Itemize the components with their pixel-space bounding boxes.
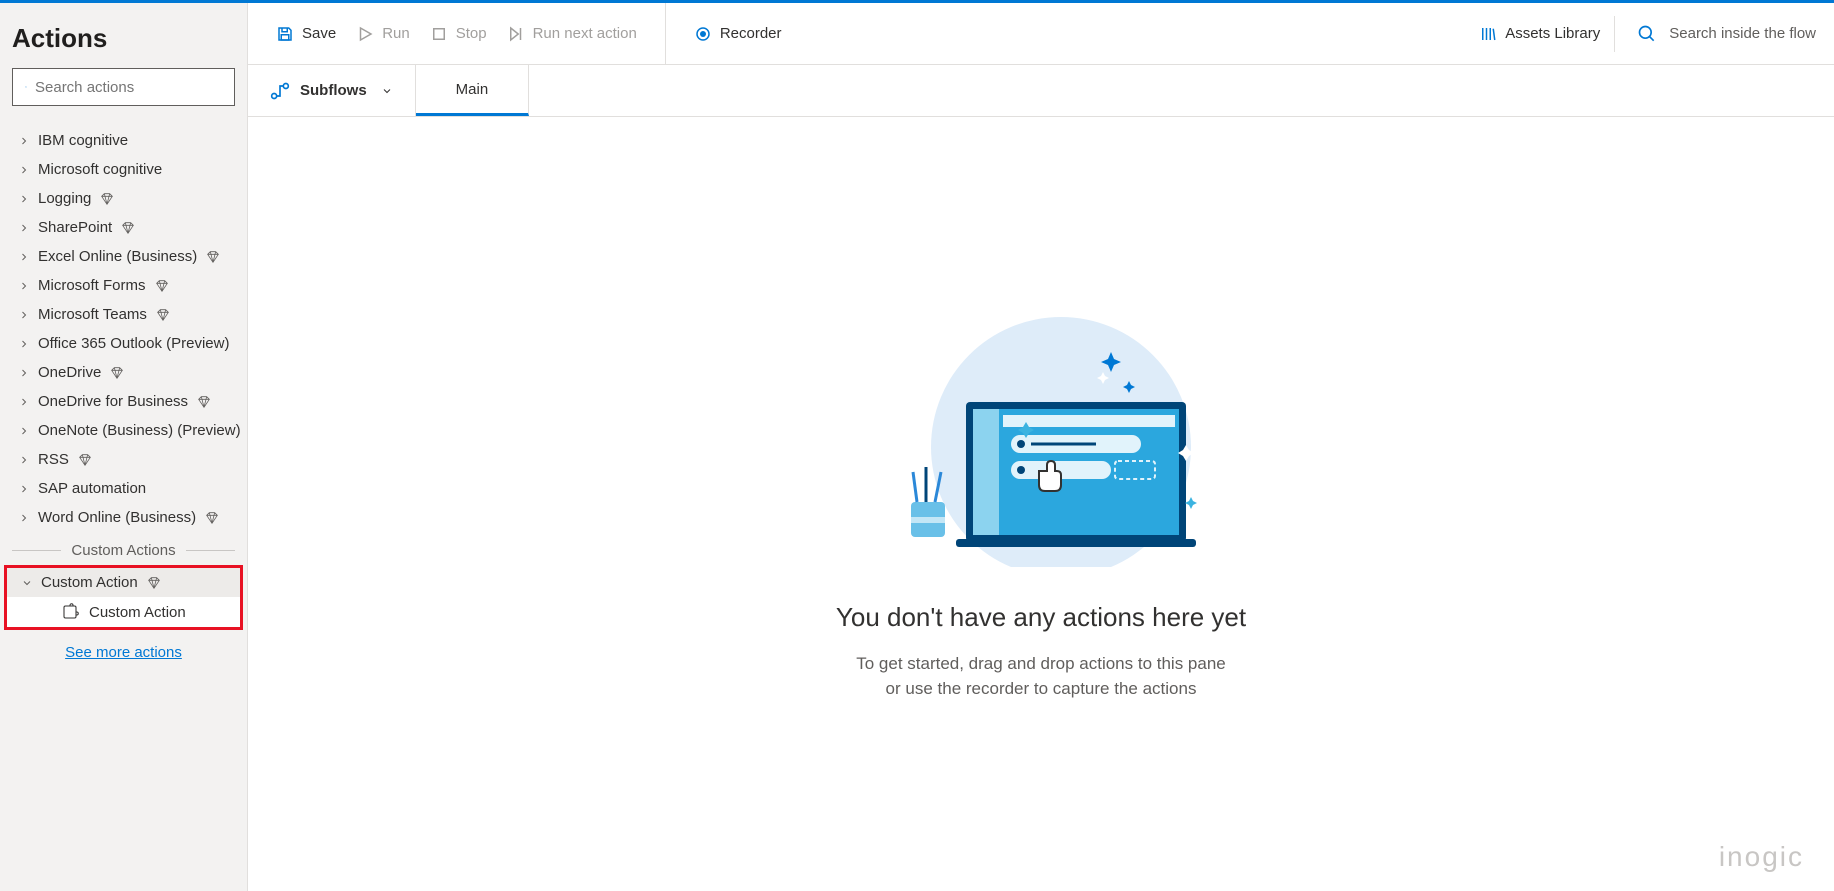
tree-item[interactable]: OneDrive [0, 358, 247, 387]
run-button[interactable]: Run [346, 19, 420, 49]
tree-item-label: Word Online (Business) [38, 509, 196, 526]
stop-button[interactable]: Stop [420, 19, 497, 49]
empty-state-subtitle: To get started, drag and drop actions to… [856, 651, 1226, 702]
custom-actions-section: Custom Actions [0, 532, 247, 565]
recorder-button[interactable]: Recorder [684, 19, 792, 49]
actions-sidebar: Actions IBM cognitive Microsoft cognitive… [0, 3, 248, 891]
toolbar: Save Run Stop Run next action [248, 3, 1834, 65]
save-icon [276, 25, 294, 43]
library-icon [1479, 25, 1497, 43]
tree-item-label: Office 365 Outlook (Preview) [38, 335, 229, 352]
tree-item-label: OneDrive [38, 364, 101, 381]
tree-item[interactable]: IBM cognitive [0, 126, 247, 155]
tree-item[interactable]: SharePoint [0, 213, 247, 242]
tree-item[interactable]: Microsoft cognitive [0, 155, 247, 184]
tree-item-label: Microsoft cognitive [38, 161, 162, 178]
tree-item-label: OneNote (Business) (Preview) [38, 422, 241, 439]
tree-item-label: SharePoint [38, 219, 112, 236]
search-actions-input[interactable] [35, 69, 234, 105]
chevron-down-icon [381, 85, 393, 97]
toolbar-separator [1614, 16, 1615, 52]
step-icon [507, 25, 525, 43]
sidebar-title: Actions [0, 3, 247, 68]
recorder-label: Recorder [720, 25, 782, 42]
tab-main-label: Main [456, 81, 489, 98]
play-icon [356, 25, 374, 43]
see-more-link[interactable]: See more actions [65, 644, 182, 661]
tree-item[interactable]: RSS [0, 445, 247, 474]
tree-item-custom-action[interactable]: Custom Action [7, 568, 240, 597]
tree-item-label: IBM cognitive [38, 132, 128, 149]
tree-item[interactable]: Microsoft Forms [0, 271, 247, 300]
stop-icon [430, 25, 448, 43]
subflows-dropdown[interactable]: Subflows [248, 65, 416, 116]
tree-item[interactable]: Word Online (Business) [0, 503, 247, 532]
tree-item[interactable]: Logging [0, 184, 247, 213]
tree-item-label: Microsoft Forms [38, 277, 146, 294]
tab-main[interactable]: Main [416, 65, 530, 116]
tree-item-label: Microsoft Teams [38, 306, 147, 323]
save-label: Save [302, 25, 336, 42]
run-label: Run [382, 25, 410, 42]
assets-library-button[interactable]: Assets Library [1469, 19, 1610, 49]
assets-library-label: Assets Library [1505, 25, 1600, 42]
search-flow-placeholder: Search inside the flow [1669, 25, 1816, 42]
record-icon [694, 25, 712, 43]
custom-action-highlight: Custom Action Custom Action [4, 565, 243, 630]
tree-item[interactable]: OneNote (Business) (Preview) [0, 416, 247, 445]
search-icon [25, 77, 27, 97]
puzzle-icon [61, 603, 79, 621]
empty-state-title: You don't have any actions here yet [836, 602, 1246, 633]
actions-tree: IBM cognitive Microsoft cognitive Logging S… [0, 122, 247, 891]
tree-item-label: Custom Action [41, 574, 138, 591]
tree-item-label: RSS [38, 451, 69, 468]
tree-item[interactable]: SAP automation [0, 474, 247, 503]
flow-canvas[interactable]: You don't have any actions here yet To g… [248, 117, 1834, 891]
tree-item[interactable]: Excel Online (Business) [0, 242, 247, 271]
subflows-label: Subflows [300, 82, 367, 99]
tree-item-label: OneDrive for Business [38, 393, 188, 410]
custom-action-child[interactable]: Custom Action [7, 597, 240, 627]
save-button[interactable]: Save [266, 19, 346, 49]
tabs-row: Subflows Main [248, 65, 1834, 117]
search-actions-box[interactable] [12, 68, 235, 106]
search-flow-box[interactable]: Search inside the flow [1619, 24, 1834, 44]
stop-label: Stop [456, 25, 487, 42]
watermark-logo: inogic [1719, 841, 1804, 873]
run-next-button[interactable]: Run next action [497, 19, 647, 49]
main-area: Save Run Stop Run next action [248, 3, 1834, 891]
tree-item[interactable]: OneDrive for Business [0, 387, 247, 416]
tree-item-label: Logging [38, 190, 91, 207]
run-next-label: Run next action [533, 25, 637, 42]
subflows-icon [270, 81, 290, 101]
search-icon [1637, 24, 1657, 44]
custom-action-child-label: Custom Action [89, 604, 186, 621]
tree-item-label: SAP automation [38, 480, 146, 497]
tree-item[interactable]: Office 365 Outlook (Preview) [0, 329, 247, 358]
tree-item-label: Excel Online (Business) [38, 248, 197, 265]
see-more-actions: See more actions [0, 634, 247, 672]
tree-item[interactable]: Microsoft Teams [0, 300, 247, 329]
empty-illustration [871, 307, 1211, 572]
